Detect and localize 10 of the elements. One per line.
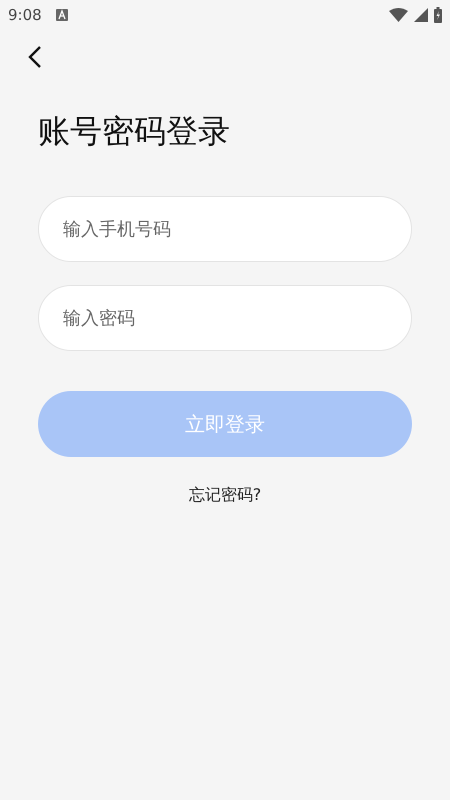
input-field[interactable]: 输入手机号码 bbox=[38, 196, 412, 262]
wifi-icon bbox=[389, 8, 408, 22]
page-title: 账号密码登录 bbox=[38, 111, 230, 152]
status-time: 9:08 bbox=[8, 6, 42, 24]
notification-icon bbox=[56, 9, 68, 21]
input-field[interactable]: 输入密码 bbox=[38, 285, 412, 351]
signal-icon bbox=[414, 8, 428, 22]
forgot-password-link[interactable]: 忘记密码? bbox=[188, 485, 262, 506]
battery-icon bbox=[434, 7, 442, 23]
back-icon bbox=[28, 45, 42, 69]
